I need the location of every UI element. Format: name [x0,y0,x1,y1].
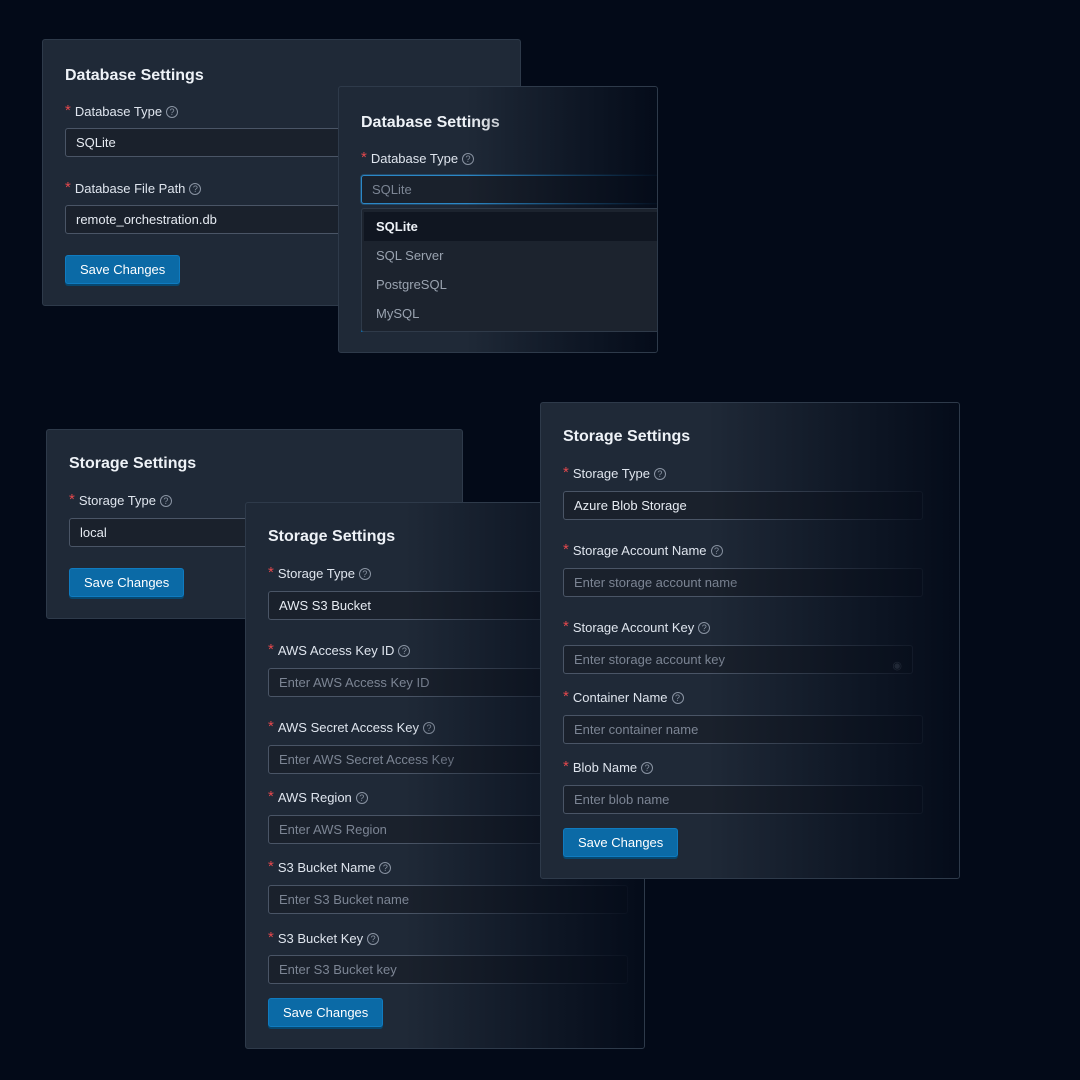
label-text: Database File Path [74,181,186,196]
help-icon[interactable]: ? [710,544,723,557]
storage-type-label: * Storage Type ? [563,464,666,482]
container-name-label: * Container Name ? [563,688,684,706]
required-asterisk: * [563,618,569,635]
dropdown-option-mysql[interactable]: MySQL [364,299,657,328]
label-text: Container Name [572,690,668,705]
required-asterisk: * [563,688,569,705]
placeholder-text: Enter storage account key [574,652,726,667]
help-icon[interactable]: ? [159,494,172,507]
label-text: Database Type [74,104,163,119]
required-asterisk: * [69,491,75,508]
blob-name-input[interactable]: Enter blob name [563,785,923,814]
help-icon[interactable]: ? [422,721,435,734]
s3-bucket-name-label: * S3 Bucket Name ? [268,858,392,876]
storage-account-key-input[interactable]: Enter storage account key ◉ [563,645,913,674]
save-changes-button[interactable]: Save Changes [69,568,185,597]
panel-title: Storage Settings [69,455,197,472]
required-asterisk: * [268,788,274,805]
aws-secret-key-label: * AWS Secret Access Key ? [268,718,435,736]
help-icon[interactable]: ? [358,567,371,580]
label-text: S3 Bucket Name [277,860,376,875]
required-asterisk: * [563,541,569,558]
required-asterisk: * [361,149,367,166]
storage-account-name-label: * Storage Account Name ? [563,541,723,559]
required-asterisk: * [268,641,274,658]
storage-account-key-label: * Storage Account Key ? [563,618,711,636]
help-icon[interactable]: ? [166,105,179,118]
help-icon[interactable]: ? [379,861,392,874]
blob-name-label: * Blob Name ? [563,758,654,776]
database-settings-panel-dropdown: Database Settings * Database Type ? SQLi… [338,86,658,353]
help-icon[interactable]: ? [367,932,380,945]
required-asterisk: * [563,758,569,775]
save-changes-button[interactable]: Save Changes [65,255,181,284]
save-changes-button[interactable]: Save Changes [563,828,679,857]
label-text: Storage Account Key [572,620,695,635]
database-type-select[interactable]: SQLite [361,175,657,204]
storage-account-name-input[interactable]: Enter storage account name [563,568,923,597]
save-changes-button[interactable]: Save Changes [268,998,384,1027]
panel-title: Database Settings [65,67,204,84]
help-icon[interactable]: ? [355,791,368,804]
eye-off-icon[interactable]: ◉ [892,653,902,673]
required-asterisk: * [65,102,71,119]
label-text: Storage Type [277,566,355,581]
panel-title: Database Settings [361,114,500,131]
label-text: AWS Secret Access Key [277,720,419,735]
storage-type-select[interactable]: Azure Blob Storage [563,491,923,520]
label-text: AWS Region [277,790,352,805]
database-type-dropdown: SQLite SQL Server PostgreSQL MySQL [361,208,657,332]
storage-type-label: * Storage Type ? [69,491,172,509]
label-text: Storage Type [78,493,156,508]
help-icon[interactable]: ? [641,761,654,774]
help-icon[interactable]: ? [462,152,475,165]
required-asterisk: * [268,564,274,581]
label-text: Storage Type [572,466,650,481]
help-icon[interactable]: ? [698,621,711,634]
required-asterisk: * [268,858,274,875]
panel-title: Storage Settings [563,428,691,445]
aws-region-label: * AWS Region ? [268,788,368,806]
label-text: Blob Name [572,760,638,775]
help-icon[interactable]: ? [671,691,684,704]
help-icon[interactable]: ? [189,182,202,195]
dropdown-option-postgresql[interactable]: PostgreSQL [364,270,657,299]
required-asterisk: * [268,929,274,946]
storage-settings-panel-azure: Storage Settings * Storage Type ? Azure … [540,402,960,879]
label-text: Storage Account Name [572,543,707,558]
help-icon[interactable]: ? [398,644,411,657]
s3-bucket-key-input[interactable]: Enter S3 Bucket key [268,955,628,984]
dropdown-option-sql-server[interactable]: SQL Server [364,241,657,270]
panel-title: Storage Settings [268,528,396,545]
required-asterisk: * [268,718,274,735]
label-text: S3 Bucket Key [277,931,364,946]
required-asterisk: * [563,464,569,481]
database-type-label: * Database Type ? [361,149,475,167]
label-text: Database Type [370,151,459,166]
label-text: AWS Access Key ID [277,643,395,658]
storage-type-label: * Storage Type ? [268,564,371,582]
dropdown-option-sqlite[interactable]: SQLite [364,212,657,241]
aws-access-key-label: * AWS Access Key ID ? [268,641,411,659]
database-file-path-label: * Database File Path ? [65,179,202,197]
s3-bucket-name-input[interactable]: Enter S3 Bucket name [268,885,628,914]
container-name-input[interactable]: Enter container name [563,715,923,744]
s3-bucket-key-label: * S3 Bucket Key ? [268,929,380,947]
database-type-label: * Database Type ? [65,102,179,120]
required-asterisk: * [65,179,71,196]
help-icon[interactable]: ? [653,467,666,480]
